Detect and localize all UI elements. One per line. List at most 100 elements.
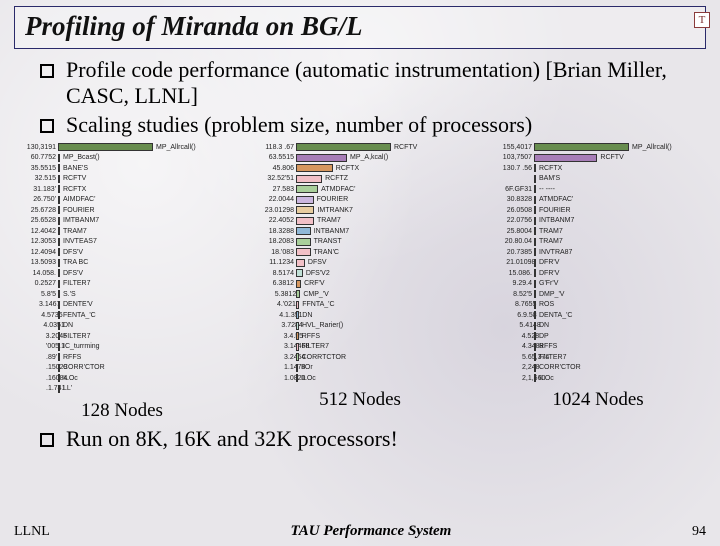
bar-row: 22.4052TRAM7	[244, 216, 476, 226]
bar-rect	[296, 269, 303, 277]
bar-row: 23.01298IMTRANK7	[244, 205, 476, 215]
bar-label: RCFTX	[333, 165, 359, 172]
bullet-icon	[40, 433, 54, 447]
bar-value: 4.3488	[482, 343, 534, 350]
bar-label: INVTEAS7	[60, 238, 97, 245]
bar-row: 4.5736FENTA_'C	[6, 310, 238, 320]
bar-row: 26.0508FOURIER	[482, 205, 714, 215]
bar-value: 1.1478	[244, 364, 296, 371]
bar-row: 4.528DP	[482, 331, 714, 341]
bar-value: 27.583	[244, 186, 296, 193]
bar-label: FILTER7	[60, 280, 91, 287]
bar-rect	[296, 185, 318, 193]
footer-center: TAU Performance System	[290, 523, 451, 540]
bar-value: 63.5515	[244, 154, 296, 161]
bar-label: DFSV	[305, 259, 327, 266]
bar-row: 13.5093TRA BC	[6, 258, 238, 268]
bar-label: FFNTA_'C	[299, 301, 334, 308]
bar-rect	[296, 248, 311, 256]
bar-value: 6.9.58	[482, 312, 534, 319]
bar-row: 3.2454CORRTCTOR	[244, 352, 476, 362]
bar-value: 9.29.4	[482, 280, 534, 287]
bar-value: 3.2454	[244, 354, 296, 361]
bar-value: 1.0820	[244, 375, 296, 382]
bar-label: RCFTV	[597, 154, 623, 161]
bar-row: 31.183'RCFTX	[6, 184, 238, 194]
bar-row: 3.7284HVL_Rarier()	[244, 321, 476, 331]
bar-row: 3.2045FILTER7	[6, 331, 238, 341]
bar-value: 2,248	[482, 364, 534, 371]
bar-rect	[296, 206, 314, 214]
bar-value: 8.52'5	[482, 291, 534, 298]
bar-row: 11.1234 DFSV	[244, 258, 476, 268]
bar-value: 25.8004	[482, 228, 534, 235]
bar-label: LL'	[60, 385, 72, 392]
bar-value: 22.0756	[482, 217, 534, 224]
bar-rect	[58, 143, 153, 151]
bar-label: FOURIER	[60, 207, 95, 214]
bar-row: .16084ILOc	[6, 373, 238, 383]
bar-row: 1.1478IIOr	[244, 363, 476, 373]
bullet-item: Scaling studies (problem size, number of…	[40, 112, 690, 138]
bar-label: CORR'CTOR	[60, 364, 105, 371]
bar-label: TRAM7	[60, 228, 87, 235]
bar-row: .15029CORR'CTOR	[6, 363, 238, 373]
bar-label: RCFTX	[60, 186, 86, 193]
title-panel: Profiling of Miranda on BG/L	[14, 6, 706, 49]
bar-row: 4.'021FFNTA_'C	[244, 300, 476, 310]
chart-bars: 118.3 .67RCFTV63.5515MP_A,kcal()45.806RC…	[244, 142, 476, 383]
bar-label: TRAM7	[314, 217, 341, 224]
bar-value: 0.2527	[6, 280, 58, 287]
bullet-list-top: Profile code performance (automatic inst…	[40, 57, 690, 138]
bar-value: 31.183'	[6, 186, 58, 193]
bar-label: DP	[536, 333, 549, 340]
bar-row: 4.0351DN	[6, 321, 238, 331]
bar-value: 6.3812	[244, 280, 296, 287]
bullet-item: Run on 8K, 16K and 32K processors!	[40, 426, 690, 452]
bar-label: MP_Bcast()	[60, 154, 100, 161]
bar-value: 8.5174	[244, 270, 296, 277]
bar-row: 4.1.351DN	[244, 310, 476, 320]
bar-value: 32.52'51	[244, 175, 296, 182]
bar-label: DFR'V	[536, 270, 559, 277]
bar-label: CRF'V	[301, 280, 324, 287]
bar-row: 26.750'AIMDFAC'	[6, 195, 238, 205]
chart-128: 130,3191MP_Allrcall()60.7752MP_Bcast()35…	[6, 142, 238, 422]
bullet-text: Scaling studies (problem size, number of…	[66, 112, 532, 138]
bar-row: 130.7 .56RCFTX	[482, 163, 714, 173]
bar-value: 3.4.55	[244, 333, 296, 340]
bar-row: 25.6528IMTBANM7	[6, 216, 238, 226]
bar-rect	[296, 175, 322, 183]
bar-value: 11.1234	[244, 259, 296, 266]
bar-rect	[296, 227, 311, 235]
bar-rect	[296, 259, 305, 267]
bar-label: RFFS	[60, 354, 81, 361]
bar-value: 30.8328	[482, 196, 534, 203]
chart-512: 118.3 .67RCFTV63.5515MP_A,kcal()45.806RC…	[244, 142, 476, 422]
bar-row: 3.14468FILTER7	[244, 342, 476, 352]
bar-value: 22.0044	[244, 196, 296, 203]
bar-row: 12.4042TRAM7	[6, 226, 238, 236]
bar-label: DN	[60, 322, 73, 329]
bar-label: CORRTCTOR	[299, 354, 346, 361]
bar-row: 45.806 RCFTX	[244, 163, 476, 173]
bullet-list-bottom: Run on 8K, 16K and 32K processors!	[40, 426, 690, 452]
bar-rect	[296, 196, 314, 204]
bar-label: G'Fr'V	[536, 280, 558, 287]
bar-label: TRAM7	[536, 228, 563, 235]
bar-value: 26.0508	[482, 207, 534, 214]
bar-label: INTBANM7	[311, 228, 349, 235]
bar-label: DN	[299, 312, 312, 319]
logo-badge: T	[694, 12, 710, 28]
bar-rect	[534, 143, 629, 151]
bar-value: .16084	[6, 375, 58, 382]
bar-label: DENTE'V	[60, 301, 93, 308]
bar-value: 130,3191	[6, 144, 58, 151]
bar-value: 12.3053	[6, 238, 58, 245]
bar-row: 130,3191MP_Allrcall()	[6, 142, 238, 152]
bar-value: 23.01298	[244, 207, 296, 214]
bullet-icon	[40, 119, 54, 133]
bar-row: 6.9.58DENTA_'C	[482, 310, 714, 320]
bar-value: 118.3 .67	[244, 144, 296, 151]
bar-value: 45.806	[244, 165, 296, 172]
